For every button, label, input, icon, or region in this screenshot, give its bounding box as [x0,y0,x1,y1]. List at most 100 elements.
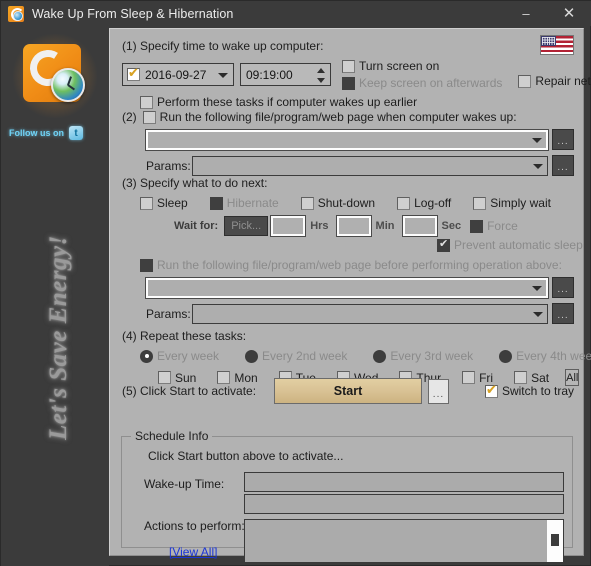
prevent-sleep-row: Prevent automatic sleep [437,237,583,252]
wakeup-date-picker[interactable]: 2016-09-27 [122,63,234,86]
title-bar: Wake Up From Sleep & Hibernation – ✕ [1,1,591,26]
app-logo-clock-globe-icon [13,34,97,118]
follow-us-label: Follow us on [9,128,64,138]
frequency-every-2nd-week: Every 2nd week [245,349,347,363]
app-clock-icon [8,5,24,22]
shutdown-checkbox[interactable] [300,196,314,210]
option-logoff[interactable]: Log-off [397,196,451,210]
run-params-browse-button[interactable]: ... [552,155,574,176]
every-3rd-week-radio [373,349,387,363]
follow-us-row[interactable]: Follow us on t [9,126,101,140]
perform-earlier-row[interactable]: Perform these tasks if computer wakes up… [140,95,591,109]
repair-network-checkbox[interactable] [518,74,532,88]
actions-scrollbar[interactable] [547,520,563,562]
prevent-sleep-label: Prevent automatic sleep [454,238,583,252]
logoff-label: Log-off [414,196,452,210]
chevron-down-icon[interactable] [533,311,543,317]
schedule-info-group: Schedule Info Click Start button above t… [121,429,573,563]
every-3rd-week-label: Every 3rd week [390,349,474,363]
chevron-down-icon[interactable] [533,163,543,169]
run-params-label: Params: [146,158,191,173]
wait-for-label: Wait for: [174,220,219,232]
hibernate-checkbox [209,196,223,210]
run-params-combo[interactable] [192,155,548,176]
sidebar: Follow us on t Let's Save Energy! [1,26,109,566]
keep-screen-on-row: Keep screen on afterwards [342,76,502,90]
simply-wait-label: Simply wait [490,196,551,210]
hours-unit-label: Hrs [310,220,329,232]
wakeup-time-label: Wake-up Time: [144,477,225,491]
date-enable-checkbox[interactable] [127,66,140,81]
pre-run-checkbox [140,258,153,272]
pre-run-params-combo[interactable] [192,303,548,324]
twitter-icon[interactable]: t [69,126,83,140]
section-1: (1) Specify time to wake up computer: 20… [122,39,591,109]
spinner-up-icon[interactable] [317,68,325,73]
option-shutdown[interactable]: Shut-down [300,196,376,210]
force-row: Force [470,219,518,233]
section-5: (5) Click Start to activate: Start ... S… [122,378,574,404]
chevron-down-icon[interactable] [532,285,542,291]
section-3-heading: (3) Specify what to do next: [122,176,268,190]
pre-run-label: Run the following file/program/web page … [157,258,562,272]
every-4th-week-radio [499,349,513,363]
scrollbar-thumb[interactable] [551,534,559,546]
wait-for-row: Wait for: Pick... Hrs Min Sec Force [174,215,574,237]
switch-to-tray-checkbox[interactable] [484,383,498,398]
pick-button[interactable]: Pick... [224,216,269,236]
simply-wait-checkbox[interactable] [473,196,487,210]
turn-screen-on-checkbox[interactable] [342,59,355,73]
actions-to-perform-field[interactable] [244,519,564,563]
wakeup-time-input[interactable]: 09:19:00 [240,63,331,86]
wakeup-time-value: 09:19:00 [246,67,293,82]
schedule-status-text: Click Start button above to activate... [148,449,344,463]
section-3: (3) Specify what to do next: Sleep Hiber… [122,176,583,324]
option-simply-wait[interactable]: Simply wait [473,196,551,210]
main-panel: (1) Specify time to wake up computer: 20… [109,28,591,563]
sleep-checkbox[interactable] [140,196,153,210]
frequency-every-4th-week: Every 4th week [499,349,591,363]
frequency-row: Every week Every 2nd week Every 3rd week… [140,349,591,363]
option-sleep[interactable]: Sleep [140,196,188,210]
section-2-heading-row[interactable]: (2) Run the following file/program/web p… [122,110,574,124]
wait-minutes-input[interactable] [335,215,372,237]
view-all-link[interactable]: [View All] [169,545,217,559]
switch-to-tray-label: Switch to tray [501,384,574,398]
logoff-checkbox[interactable] [397,196,411,210]
close-button[interactable]: ✕ [546,1,591,26]
chevron-down-icon[interactable] [218,73,228,78]
start-options-button[interactable]: ... [427,378,449,404]
turn-screen-on-row[interactable]: Turn screen on [342,59,502,73]
wakeup-time-field[interactable] [244,472,564,492]
section-2-heading: Run the following file/program/web page … [159,110,517,124]
perform-earlier-checkbox[interactable] [140,95,153,109]
start-button[interactable]: Start [274,378,422,404]
section-1-heading: (1) Specify time to wake up computer: [122,39,324,53]
pre-run-browse-button[interactable]: ... [552,277,574,298]
shutdown-label: Shut-down [317,196,376,210]
pre-run-heading-row: Run the following file/program/web page … [140,258,574,272]
chevron-down-icon[interactable] [532,137,542,143]
schedule-info-title: Schedule Info [131,429,213,443]
wakeup-time-field-2[interactable] [244,494,564,514]
section-2-number: (2) [122,110,137,124]
wait-hours-input[interactable] [270,215,307,237]
pre-run-file-combo[interactable] [145,276,549,299]
wait-seconds-input[interactable] [401,215,438,237]
app-window: Wake Up From Sleep & Hibernation – ✕ Fol… [0,0,591,566]
run-file-combo[interactable] [145,128,549,151]
keep-screen-on-checkbox [342,76,355,90]
wakeup-date-value: 2016-09-27 [145,67,207,82]
run-file-browse-button[interactable]: ... [552,129,574,150]
pre-run-params-browse-button[interactable]: ... [552,303,574,324]
turn-screen-on-label: Turn screen on [359,59,440,73]
run-after-wake-checkbox[interactable] [142,110,156,124]
option-hibernate: Hibernate [209,196,279,210]
repair-network-row[interactable]: Repair network [518,74,591,88]
actions-to-perform-label: Actions to perform: [144,519,245,533]
switch-to-tray-row[interactable]: Switch to tray [484,383,574,398]
spinner-down-icon[interactable] [317,78,325,83]
time-spinner[interactable] [314,66,328,85]
minimize-button[interactable]: – [506,1,546,26]
pre-run-params-row: Params: ... [146,303,574,324]
